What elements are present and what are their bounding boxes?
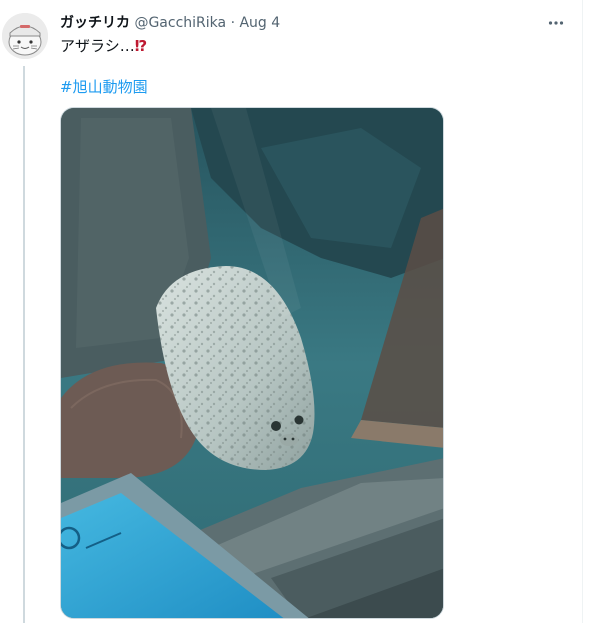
exclamation-question-emoji: ⁉ bbox=[134, 37, 148, 55]
tweet-text: アザラシ…⁉ bbox=[60, 35, 147, 57]
thread-line bbox=[23, 66, 25, 623]
tweet-photo[interactable] bbox=[60, 107, 444, 619]
tweet-text-body: アザラシ… bbox=[60, 37, 135, 55]
user-avatar[interactable] bbox=[2, 13, 48, 59]
hashtag-link[interactable]: #旭山動物園 bbox=[60, 76, 148, 98]
tweet-header: ガッチリカ @GacchiRika · Aug 4 bbox=[60, 13, 280, 33]
more-options-button[interactable] bbox=[543, 10, 569, 36]
tweet-date[interactable]: Aug 4 bbox=[239, 15, 280, 31]
display-name[interactable]: ガッチリカ bbox=[60, 15, 130, 31]
more-options-icon bbox=[548, 21, 564, 25]
seal-aquarium-photo bbox=[61, 108, 443, 618]
separator-dot: · bbox=[230, 15, 236, 31]
user-handle[interactable]: @GacchiRika bbox=[134, 15, 226, 31]
avatar-illustration bbox=[2, 13, 48, 59]
timeline-border bbox=[582, 0, 583, 623]
